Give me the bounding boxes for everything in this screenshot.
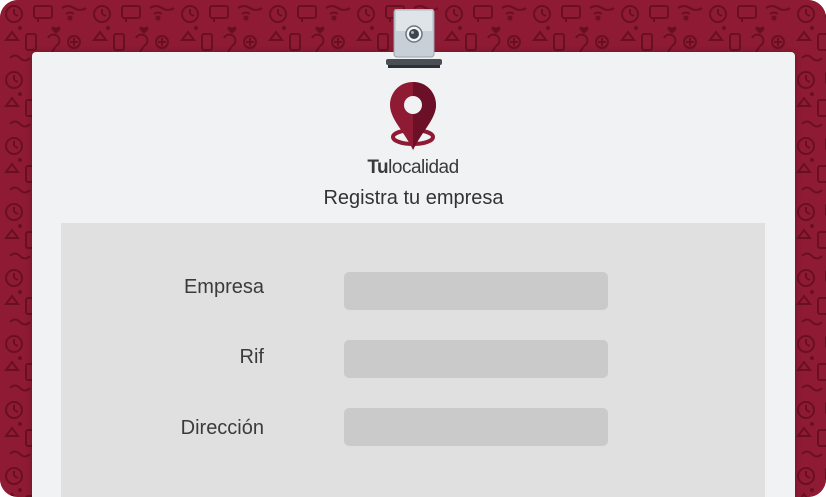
registration-form: Empresa Rif Dirección bbox=[61, 223, 765, 497]
empresa-input[interactable] bbox=[344, 272, 608, 310]
rif-input[interactable] bbox=[344, 340, 608, 378]
page-title: Registra tu empresa bbox=[323, 187, 504, 209]
brand-wordmark: Tulocalidad bbox=[338, 157, 488, 179]
brand-name-regular: localidad bbox=[388, 157, 459, 178]
brand-name-bold: Tu bbox=[367, 157, 389, 178]
binder-clip-icon bbox=[386, 9, 442, 68]
rif-label: Rif bbox=[239, 346, 264, 368]
direccion-label: Dirección bbox=[180, 417, 264, 439]
empresa-label: Empresa bbox=[183, 276, 264, 298]
app-screen: Tulocalidad Registra tu empresa Empresa … bbox=[0, 0, 826, 497]
direccion-input[interactable] bbox=[344, 408, 608, 446]
